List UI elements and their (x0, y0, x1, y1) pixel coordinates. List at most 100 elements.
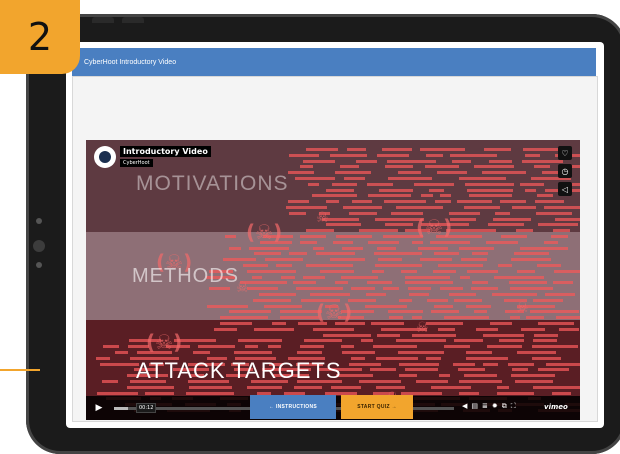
code-line (404, 275, 450, 279)
code-line (289, 153, 319, 157)
channel-avatar[interactable] (94, 146, 116, 168)
code-line (516, 269, 536, 273)
code-line (425, 322, 464, 325)
share-button[interactable]: ◁ (558, 182, 572, 196)
code-line (498, 264, 512, 267)
code-line (367, 182, 394, 186)
like-button[interactable]: ♡ (558, 146, 572, 160)
video-player[interactable]: (☠)☠(☠)☠(☠)☠(☠)☠(☠)☠ MOTIVATIONS METHODS… (86, 140, 580, 420)
skull-icon: (☠) (416, 215, 453, 239)
code-line (420, 148, 466, 151)
instructions-button[interactable]: ← INSTRUCTIONS (250, 395, 336, 419)
code-line (404, 281, 453, 285)
code-line (373, 345, 417, 349)
code-line (352, 200, 372, 204)
code-line (458, 391, 479, 395)
code-line (497, 385, 509, 389)
play-button[interactable]: ▶ (90, 403, 108, 413)
code-line (526, 316, 544, 320)
code-line (220, 316, 269, 320)
code-line (96, 391, 139, 395)
code-line (458, 380, 503, 383)
code-line (383, 287, 399, 291)
code-line (365, 304, 408, 308)
code-line (453, 298, 482, 302)
video-title[interactable]: Introductory Video (120, 146, 211, 157)
code-line (275, 264, 292, 267)
owl-logo-icon (99, 151, 111, 163)
watch-later-button[interactable]: ◷ (558, 164, 572, 178)
skull-icon: ☠ (316, 210, 329, 226)
code-line (399, 374, 417, 378)
vimeo-logo[interactable]: vimeo (544, 403, 568, 411)
code-line (315, 252, 355, 256)
code-line (519, 246, 568, 250)
code-line (486, 240, 519, 244)
code-line (551, 235, 569, 238)
code-line (494, 275, 545, 279)
code-line (465, 351, 492, 354)
code-line (510, 287, 554, 291)
skull-icon: ☠ (516, 300, 529, 316)
code-line (424, 165, 459, 169)
code-line (267, 345, 282, 349)
code-line (222, 258, 256, 262)
code-line (331, 385, 361, 389)
code-line (459, 177, 507, 180)
chapters-icon[interactable]: ≣ (482, 402, 488, 411)
code-line (425, 153, 443, 157)
volume-icon[interactable]: ◀ (462, 402, 467, 411)
code-line (346, 148, 367, 151)
code-line (271, 322, 287, 325)
code-line (99, 362, 140, 366)
code-line (207, 304, 249, 308)
code-line (415, 380, 449, 383)
code-line (433, 269, 456, 273)
tablet-camera-dot (36, 218, 42, 224)
code-line (335, 171, 372, 175)
time-badge: 00:12 (136, 403, 157, 413)
start-quiz-button[interactable]: START QUIZ → (341, 395, 413, 419)
code-line (287, 171, 315, 175)
code-line (340, 345, 354, 349)
code-line (319, 269, 355, 273)
code-line (471, 281, 488, 285)
code-line (426, 298, 448, 302)
settings-icon[interactable]: ✹ (492, 402, 498, 411)
code-line (433, 304, 453, 308)
code-line (127, 385, 175, 389)
code-line (532, 385, 580, 389)
code-line (554, 269, 580, 273)
video-owner[interactable]: CyberHoot (120, 159, 153, 167)
code-line (376, 153, 409, 157)
code-line (545, 362, 580, 366)
code-line (300, 345, 324, 349)
code-line (342, 246, 364, 250)
code-line (373, 252, 423, 256)
control-icons: ◀ ▤ ≣ ✹ ⧉ ⛶ (462, 402, 516, 411)
code-line (444, 316, 490, 320)
code-line (465, 182, 514, 186)
code-line (471, 252, 488, 256)
progress-fill (114, 407, 128, 410)
captions-icon[interactable]: ▤ (471, 402, 478, 411)
code-line (246, 269, 296, 273)
code-line (544, 206, 580, 209)
code-line (341, 275, 378, 279)
module-title: CyberHoot Introductory Video (84, 58, 177, 66)
code-line (395, 206, 443, 209)
pip-icon[interactable]: ⧉ (502, 402, 507, 411)
code-line (400, 269, 417, 273)
code-line (377, 246, 397, 250)
overlay-word-attack-targets: ATTACK TARGETS (136, 358, 342, 383)
skull-icon: (☠) (316, 300, 353, 324)
fullscreen-icon[interactable]: ⛶ (511, 402, 516, 411)
code-line (510, 258, 551, 262)
code-line (312, 194, 358, 198)
code-line (516, 229, 533, 233)
code-line (537, 264, 562, 267)
code-line (388, 310, 424, 314)
code-line (553, 229, 571, 233)
code-line (359, 229, 399, 233)
code-line (487, 223, 524, 227)
